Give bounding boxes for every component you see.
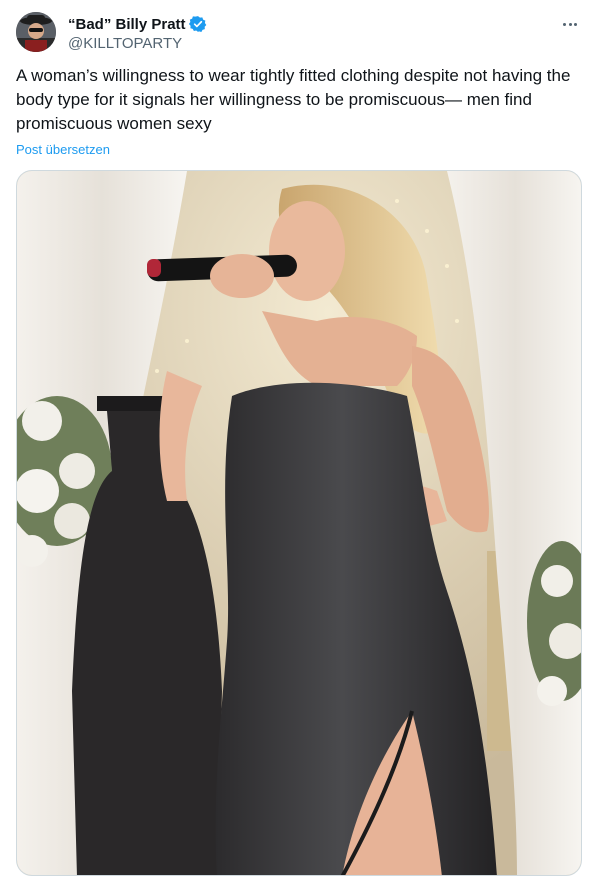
photo-illustration	[17, 171, 581, 875]
author-names: “Bad” Billy Pratt @KILLTOPARTY	[68, 14, 207, 52]
translate-link[interactable]: Post übersetzen	[16, 142, 110, 157]
more-horizontal-icon[interactable]	[558, 12, 582, 36]
tweet-card: “Bad” Billy Pratt @KILLTOPARTY A woman’s…	[0, 0, 598, 880]
tweet-photo[interactable]	[16, 170, 582, 876]
verified-badge-icon	[188, 15, 207, 33]
display-name[interactable]: “Bad” Billy Pratt	[68, 16, 186, 33]
display-name-row: “Bad” Billy Pratt	[68, 14, 207, 34]
handle[interactable]: @KILLTOPARTY	[68, 35, 207, 52]
tweet-header: “Bad” Billy Pratt @KILLTOPARTY	[16, 12, 582, 56]
tweet-text: A woman’s willingness to wear tightly fi…	[16, 66, 571, 133]
avatar[interactable]	[16, 12, 56, 52]
